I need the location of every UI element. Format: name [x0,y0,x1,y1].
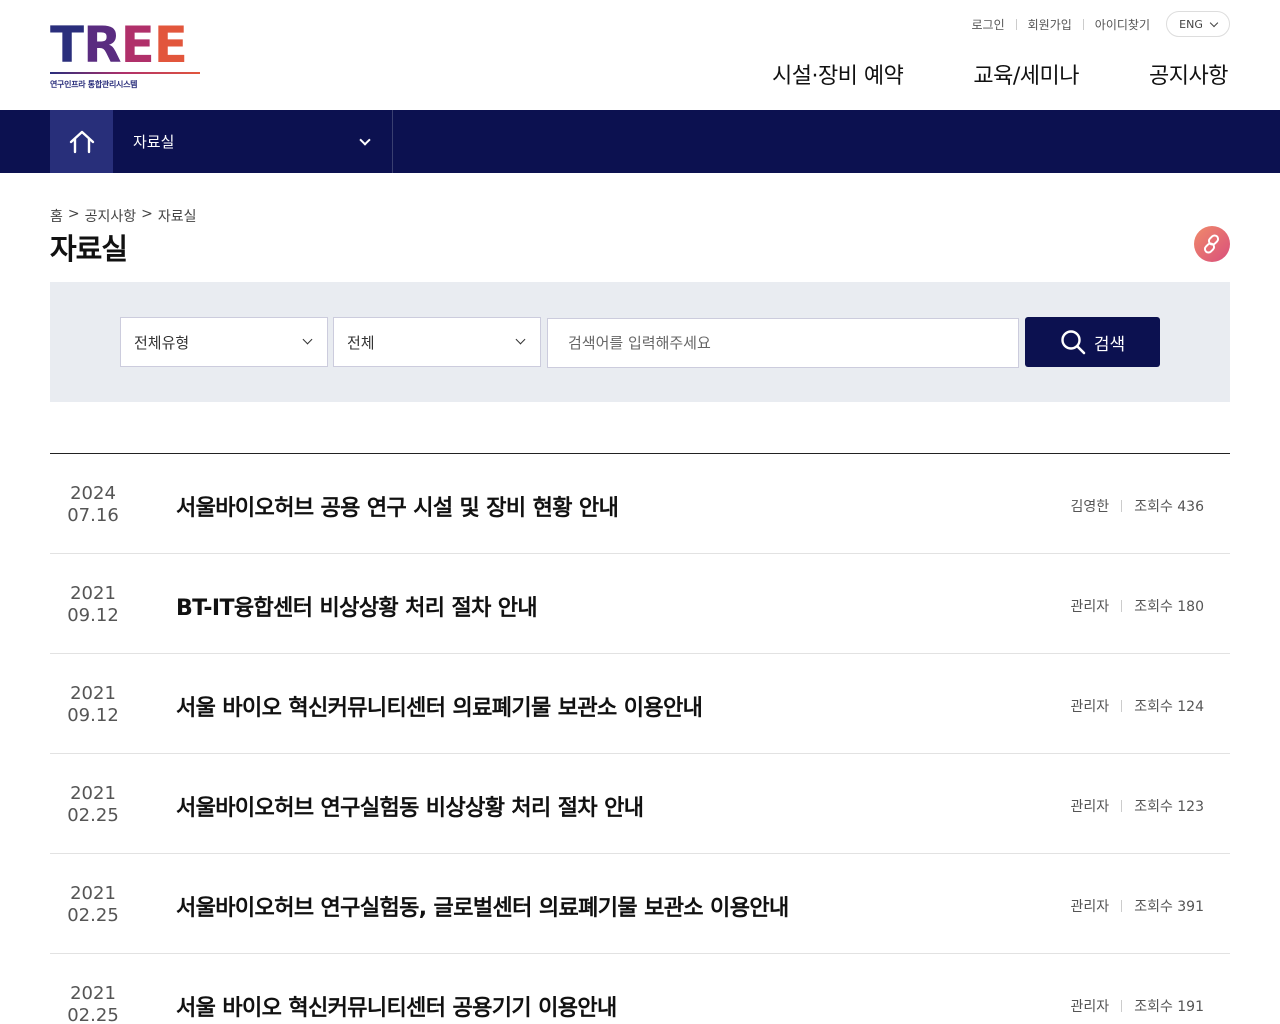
chevron-down-icon [359,134,371,146]
divider [1121,1000,1123,1012]
post-date: 2021 09.12 [50,583,136,627]
breadcrumb-home[interactable]: 홈 [50,206,63,226]
post-title[interactable]: 서울바이오허브 연구실험동, 글로벌센터 의료폐기물 보관소 이용안내 [176,890,789,922]
breadcrumb-separator: > [67,206,80,222]
home-button[interactable] [50,110,113,173]
post-author: 김영한 [1070,499,1110,515]
post-meta: 관리자 조회수 191 [1071,996,1204,1016]
login-link[interactable]: 로그인 [972,16,1005,33]
language-select[interactable]: ENG [1166,11,1230,37]
home-icon [69,130,94,153]
page-title: 자료실 [50,232,128,266]
post-day: 02.25 [67,805,119,826]
post-views: 조회수 180 [1134,599,1204,615]
depth-label: 자료실 [133,133,175,151]
list-item[interactable]: 2021 02.25 서울바이오허브 연구실험동 비상상황 처리 절차 안내 관리… [50,754,1230,854]
post-meta: 관리자 조회수 123 [1071,796,1204,816]
divider [1082,18,1084,30]
post-year: 2021 [70,883,116,904]
post-author: 관리자 [1070,999,1110,1015]
divider [1121,900,1123,912]
link-icon [1203,234,1220,254]
post-date: 2021 02.25 [50,783,136,827]
post-author: 관리자 [1070,799,1110,815]
breadcrumb-separator: > [141,206,153,222]
post-author: 관리자 [1070,599,1110,615]
post-year: 2021 [70,683,116,704]
search-button[interactable]: 검색 [1025,317,1160,367]
post-list: 2024 07.16 서울바이오허브 공용 연구 시설 및 장비 현황 안내 김영… [50,453,1230,1024]
post-title[interactable]: 서울바이오허브 공용 연구 시설 및 장비 현황 안내 [176,490,619,522]
field-select-value: 전체 [347,333,375,352]
list-item[interactable]: 2021 02.25 서울바이오허브 연구실험동, 글로벌센터 의료폐기물 보관소… [50,854,1230,954]
post-views: 조회수 123 [1134,799,1204,815]
post-year: 2024 [70,483,116,504]
post-day: 07.16 [67,505,119,526]
post-title[interactable]: 서울바이오허브 연구실험동 비상상황 처리 절차 안내 [176,790,644,822]
nav-item-reservation[interactable]: 시설·장비 예약 [772,58,904,90]
divider [1121,500,1123,512]
search-icon [1061,330,1086,355]
logo-underline [50,72,200,74]
post-day: 02.25 [67,905,119,926]
post-views: 조회수 391 [1134,899,1204,915]
share-button[interactable] [1194,226,1230,262]
utility-menu: 로그인 회원가입 아이디찾기 ENG [972,11,1230,37]
type-select[interactable]: 전체유형 [120,317,328,367]
divider [1015,18,1017,30]
chevron-down-icon [515,334,526,345]
sub-nav-bar: 자료실 [0,110,1280,173]
post-title[interactable]: BT-IT융합센터 비상상황 처리 절차 안내 [176,590,538,622]
list-item[interactable]: 2024 07.16 서울바이오허브 공용 연구 시설 및 장비 현황 안내 김영… [50,454,1230,554]
post-day: 02.25 [67,1005,119,1024]
post-views: 조회수 124 [1134,699,1204,715]
post-meta: 김영한 조회수 436 [1071,496,1204,516]
field-select[interactable]: 전체 [333,317,541,367]
chevron-down-icon [302,334,313,345]
post-date: 2021 02.25 [50,883,136,927]
list-item[interactable]: 2021 09.12 서울 바이오 혁신커뮤니티센터 의료폐기물 보관소 이용안내… [50,654,1230,754]
post-author: 관리자 [1070,899,1110,915]
post-meta: 관리자 조회수 124 [1071,696,1204,716]
post-author: 관리자 [1070,699,1110,715]
breadcrumb-notice[interactable]: 공지사항 [85,206,137,226]
post-date: 2021 02.25 [50,983,136,1024]
search-button-label: 검색 [1093,334,1126,355]
post-day: 09.12 [67,605,119,626]
post-title[interactable]: 서울 바이오 혁신커뮤니티센터 의료폐기물 보관소 이용안내 [176,690,703,722]
list-item[interactable]: 2021 02.25 서울 바이오 혁신커뮤니티센터 공용기기 이용안내 관리자 조… [50,954,1230,1024]
site-logo[interactable]: TREE 연구인프라 통합관리시스템 [50,16,202,89]
divider [1121,700,1123,712]
depth-dropdown[interactable]: 자료실 [113,110,393,173]
nav-item-education[interactable]: 교육/세미나 [973,58,1079,90]
type-select-value: 전체유형 [134,333,190,352]
find-id-link[interactable]: 아이디찾기 [1095,16,1150,33]
logo-wordmark: TREE [50,16,188,74]
post-views: 조회수 191 [1134,999,1204,1015]
search-input[interactable] [547,318,1019,368]
divider [1121,600,1123,612]
search-panel: 전체유형 전체 검색 [50,282,1230,402]
post-year: 2021 [70,983,116,1004]
post-day: 09.12 [67,705,119,726]
logo-subtitle: 연구인프라 통합관리시스템 [50,80,138,89]
site-header: TREE 연구인프라 통합관리시스템 로그인 회원가입 아이디찾기 ENG 시설… [0,0,1280,110]
post-meta: 관리자 조회수 391 [1071,896,1204,916]
chevron-down-icon [1209,18,1219,27]
post-year: 2021 [70,783,116,804]
breadcrumb: 홈 > 공지사항 > 자료실 [50,206,197,226]
breadcrumb-current: 자료실 [157,209,197,225]
divider [1121,800,1123,812]
main-nav: 시설·장비 예약 교육/세미나 공지사항 [772,58,1229,90]
post-views: 조회수 436 [1134,499,1204,515]
post-title[interactable]: 서울 바이오 혁신커뮤니티센터 공용기기 이용안내 [176,990,617,1022]
nav-item-notice[interactable]: 공지사항 [1149,58,1228,90]
join-link[interactable]: 회원가입 [1028,16,1072,33]
post-year: 2021 [70,583,116,604]
post-date: 2024 07.16 [50,483,136,527]
language-label: ENG [1179,17,1203,31]
post-date: 2021 09.12 [50,683,136,727]
list-item[interactable]: 2021 09.12 BT-IT융합센터 비상상황 처리 절차 안내 관리자 조회수… [50,554,1230,654]
post-meta: 관리자 조회수 180 [1071,596,1204,616]
